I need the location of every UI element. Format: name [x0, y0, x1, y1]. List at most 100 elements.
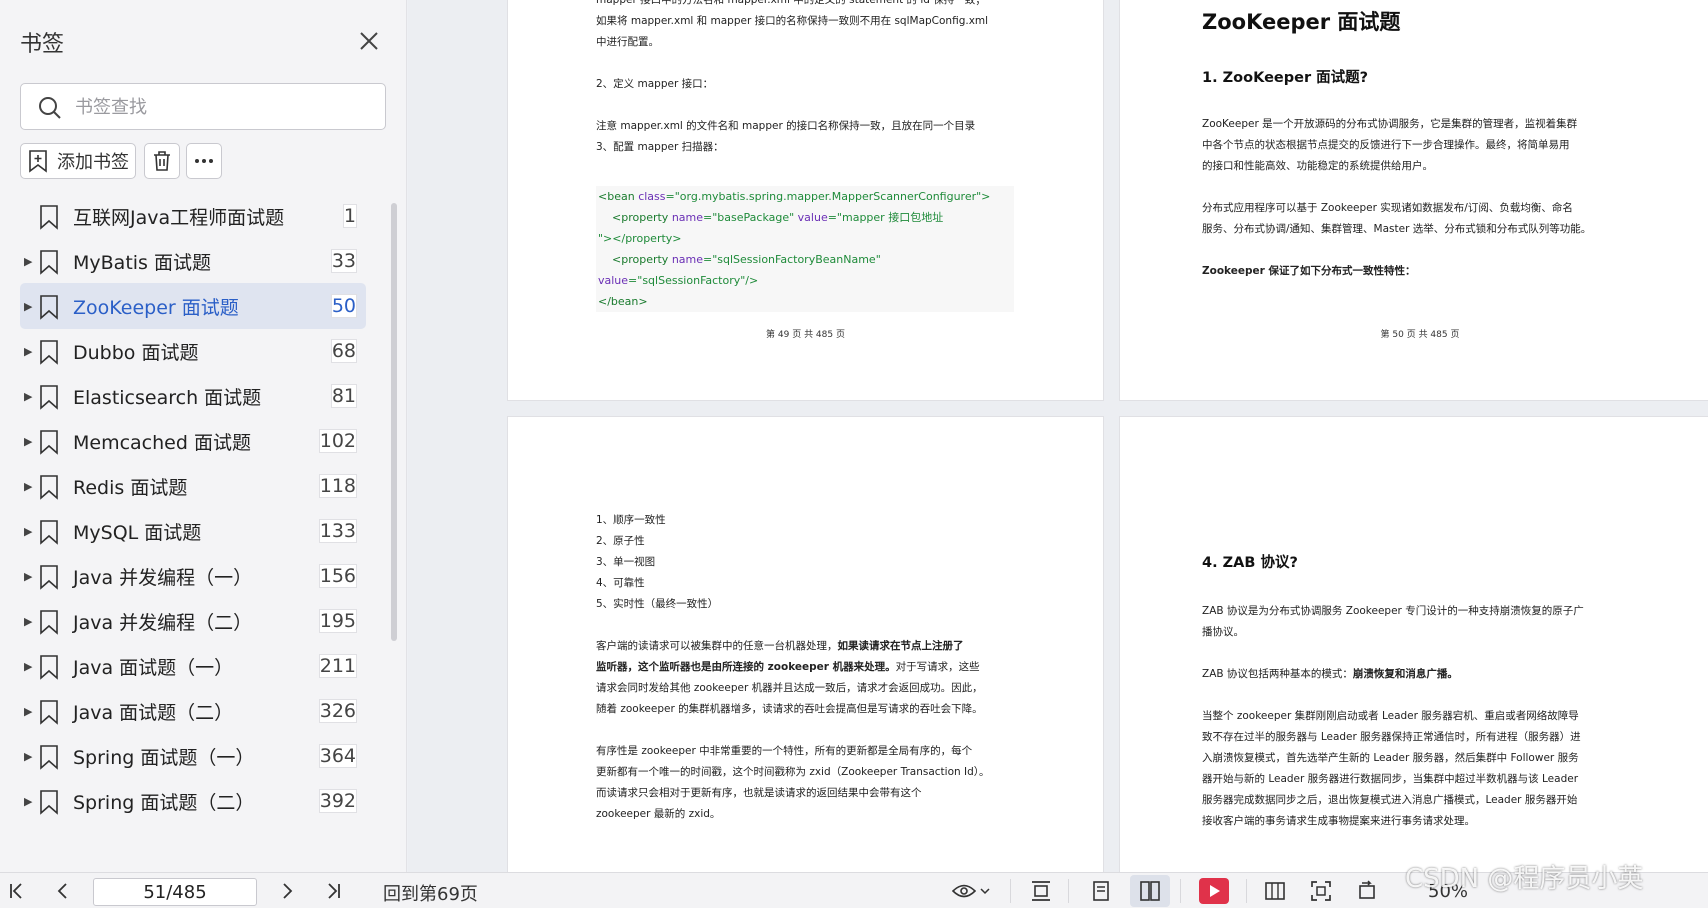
- bookmark-page-number: 81: [331, 385, 356, 407]
- bookmark-icon: [40, 565, 58, 590]
- text-run: 客户端的读请求可以被集群中的任意一台机器处理，: [596, 640, 838, 652]
- rotate-icon: [1359, 880, 1375, 899]
- bookmark-item[interactable]: ▶ Memcached 面试题 102: [20, 418, 366, 464]
- rotate-button[interactable]: [1350, 873, 1384, 908]
- bookmark-item[interactable]: 互联网Java工程师面试题 1: [20, 201, 366, 239]
- list-item: 5、实时性（最终一致性）: [596, 598, 719, 610]
- bookmark-label: Spring 面试题（二）: [73, 791, 255, 814]
- page-number-input[interactable]: [93, 878, 257, 906]
- bookmark-icon: [40, 520, 58, 545]
- fit-page-button[interactable]: [1304, 873, 1338, 908]
- p52-para-b: ZAB 协议包括两种基本的模式：崩溃恢复和消息广播。: [1202, 664, 1458, 685]
- expand-arrow-icon[interactable]: ▶: [24, 705, 34, 718]
- bookmark-icon: [40, 610, 58, 635]
- add-bookmark-button[interactable]: 添加书签: [20, 143, 136, 179]
- bookmark-item[interactable]: ▶ Redis 面试题 118: [20, 463, 366, 509]
- last-page-button[interactable]: [320, 873, 348, 908]
- first-page-button[interactable]: [2, 873, 30, 908]
- pdf-page-49: mapper 接口中的方法名和 mapper.xml 中的定义的 stateme…: [508, 0, 1103, 400]
- expand-arrow-icon[interactable]: ▶: [24, 570, 34, 583]
- bookmark-icon: [40, 790, 58, 815]
- play-slideshow-button[interactable]: [1194, 873, 1234, 908]
- single-page-icon: [1093, 881, 1109, 901]
- p50-para2: 服务、分布式协调/通知、集群管理、Master 选举、分布式锁和分布式队列等功能…: [1202, 223, 1592, 235]
- columns-icon: [1265, 882, 1285, 900]
- list-item: 4、可靠性: [596, 577, 645, 589]
- code-token: value: [797, 211, 828, 224]
- bookmark-icon: [40, 475, 58, 500]
- expand-arrow-icon[interactable]: ▶: [24, 390, 34, 403]
- delete-bookmark-button[interactable]: [144, 143, 180, 179]
- bookmark-label: Redis 面试题: [73, 476, 188, 499]
- list-item: 2、原子性: [596, 535, 645, 547]
- sidebar-scrollbar[interactable]: [391, 203, 397, 641]
- bookmark-page-number: 68: [331, 340, 356, 362]
- list-item: 3、单一视图: [596, 556, 656, 568]
- play-icon: [1199, 878, 1229, 904]
- bookmark-item[interactable]: ▶ MySQL 面试题 133: [20, 508, 366, 554]
- expand-arrow-icon[interactable]: ▶: [24, 255, 34, 268]
- fit-page-icon: [1311, 881, 1331, 901]
- p52-para-c: 器开始与新的 Leader 服务器进行数据同步，当集群中超过半数机器与该 Lea…: [1202, 773, 1579, 785]
- double-page-icon: [1140, 881, 1160, 901]
- continuous-scroll-button[interactable]: [1024, 873, 1058, 908]
- bookmark-search-input[interactable]: [75, 92, 365, 122]
- bookmark-item[interactable]: ▶ Elasticsearch 面试题 81: [20, 373, 366, 419]
- next-page-button[interactable]: [274, 873, 302, 908]
- bookmark-page-number: 392: [319, 790, 356, 812]
- expand-arrow-icon[interactable]: ▶: [24, 750, 34, 763]
- expand-arrow-icon[interactable]: ▶: [24, 435, 34, 448]
- bookmark-icon: [40, 430, 58, 455]
- expand-arrow-icon[interactable]: ▶: [24, 480, 34, 493]
- p51-para-b: 更新都有一个唯一的时间戳，这个时间戳称为 zxid（Zookeeper Tran…: [596, 766, 990, 778]
- bookmark-item[interactable]: ▶ Spring 面试题（二） 392: [20, 778, 366, 824]
- bookmark-item[interactable]: ▶ Spring 面试题（一） 364: [20, 733, 366, 779]
- bookmark-label: Dubbo 面试题: [73, 341, 199, 364]
- eye-view-button[interactable]: [946, 873, 996, 908]
- more-options-button[interactable]: [186, 143, 222, 179]
- bookmark-item[interactable]: ▶ MyBatis 面试题 33: [20, 238, 366, 284]
- p50-title: ZooKeeper 面试题: [1202, 10, 1401, 34]
- chevron-left-icon: [57, 883, 67, 899]
- last-page-icon: [328, 883, 340, 899]
- eye-icon: [952, 884, 976, 898]
- code-token: ="org.mybatis.spring.mapper.MapperScanne…: [665, 190, 991, 203]
- expand-arrow-icon[interactable]: ▶: [24, 525, 34, 538]
- bookmark-icon: [40, 700, 58, 725]
- expand-arrow-icon[interactable]: ▶: [24, 345, 34, 358]
- bookmark-page-number: 1: [343, 205, 356, 227]
- bookmark-item[interactable]: ▶ ZooKeeper 面试题 50: [20, 283, 366, 329]
- expand-arrow-icon[interactable]: ▶: [24, 795, 34, 808]
- bookmark-page-number: 156: [319, 565, 356, 587]
- bookmark-item[interactable]: ▶ Java 面试题（二） 326: [20, 688, 366, 734]
- column-view-button[interactable]: [1258, 873, 1292, 908]
- bookmark-item[interactable]: ▶ Dubbo 面试题 68: [20, 328, 366, 374]
- code-token: </bean>: [598, 295, 648, 308]
- code-token: ="sqlSessionFactoryBeanName": [703, 253, 881, 266]
- bookmark-page-number: 50: [331, 295, 356, 317]
- bookmark-item[interactable]: ▶ Java 并发编程（二） 195: [20, 598, 366, 644]
- pdf-page-52: 4. ZAB 协议? ZAB 协议是为分布式协调服务 Zookeeper 专门设…: [1120, 417, 1708, 872]
- p52-question4: 4. ZAB 协议?: [1202, 555, 1298, 571]
- bookmark-search-box[interactable]: [20, 83, 386, 130]
- expand-arrow-icon[interactable]: ▶: [24, 615, 34, 628]
- close-icon[interactable]: [356, 28, 382, 54]
- bookmark-page-number: 364: [319, 745, 356, 767]
- prev-page-button[interactable]: [48, 873, 76, 908]
- bookmark-label: Java 并发编程（二）: [73, 611, 253, 634]
- bookmark-list: 互联网Java工程师面试题 1 ▶ MyBatis 面试题 33 ▶ ZooKeeper 面…: [20, 201, 366, 872]
- single-page-button[interactable]: [1084, 873, 1118, 908]
- p52-para-c: 接收客户端的事务请求生成事物提案来进行事务请求处理。: [1202, 815, 1475, 827]
- p49-line1: mapper 接口中的方法名和 mapper.xml 中的定义的 stateme…: [596, 0, 986, 6]
- bookmark-item[interactable]: ▶ Java 并发编程（一） 156: [20, 553, 366, 599]
- p52-para-a: 播协议。: [1202, 626, 1244, 638]
- bookmark-page-number: 195: [319, 610, 356, 632]
- double-page-button[interactable]: [1130, 875, 1170, 907]
- expand-arrow-icon[interactable]: ▶: [24, 300, 34, 313]
- p52-para-c: 当整个 zookeeper 集群刚刚启动或者 Leader 服务器宕机、重启或者…: [1202, 710, 1579, 722]
- expand-arrow-icon[interactable]: ▶: [24, 660, 34, 673]
- bookmark-item[interactable]: ▶ Java 面试题（一） 211: [20, 643, 366, 689]
- code-token: ="mapper 接口包地址: [827, 211, 944, 224]
- go-back-link[interactable]: 回到第69页: [383, 880, 478, 906]
- document-view[interactable]: mapper 接口中的方法名和 mapper.xml 中的定义的 stateme…: [408, 0, 1708, 872]
